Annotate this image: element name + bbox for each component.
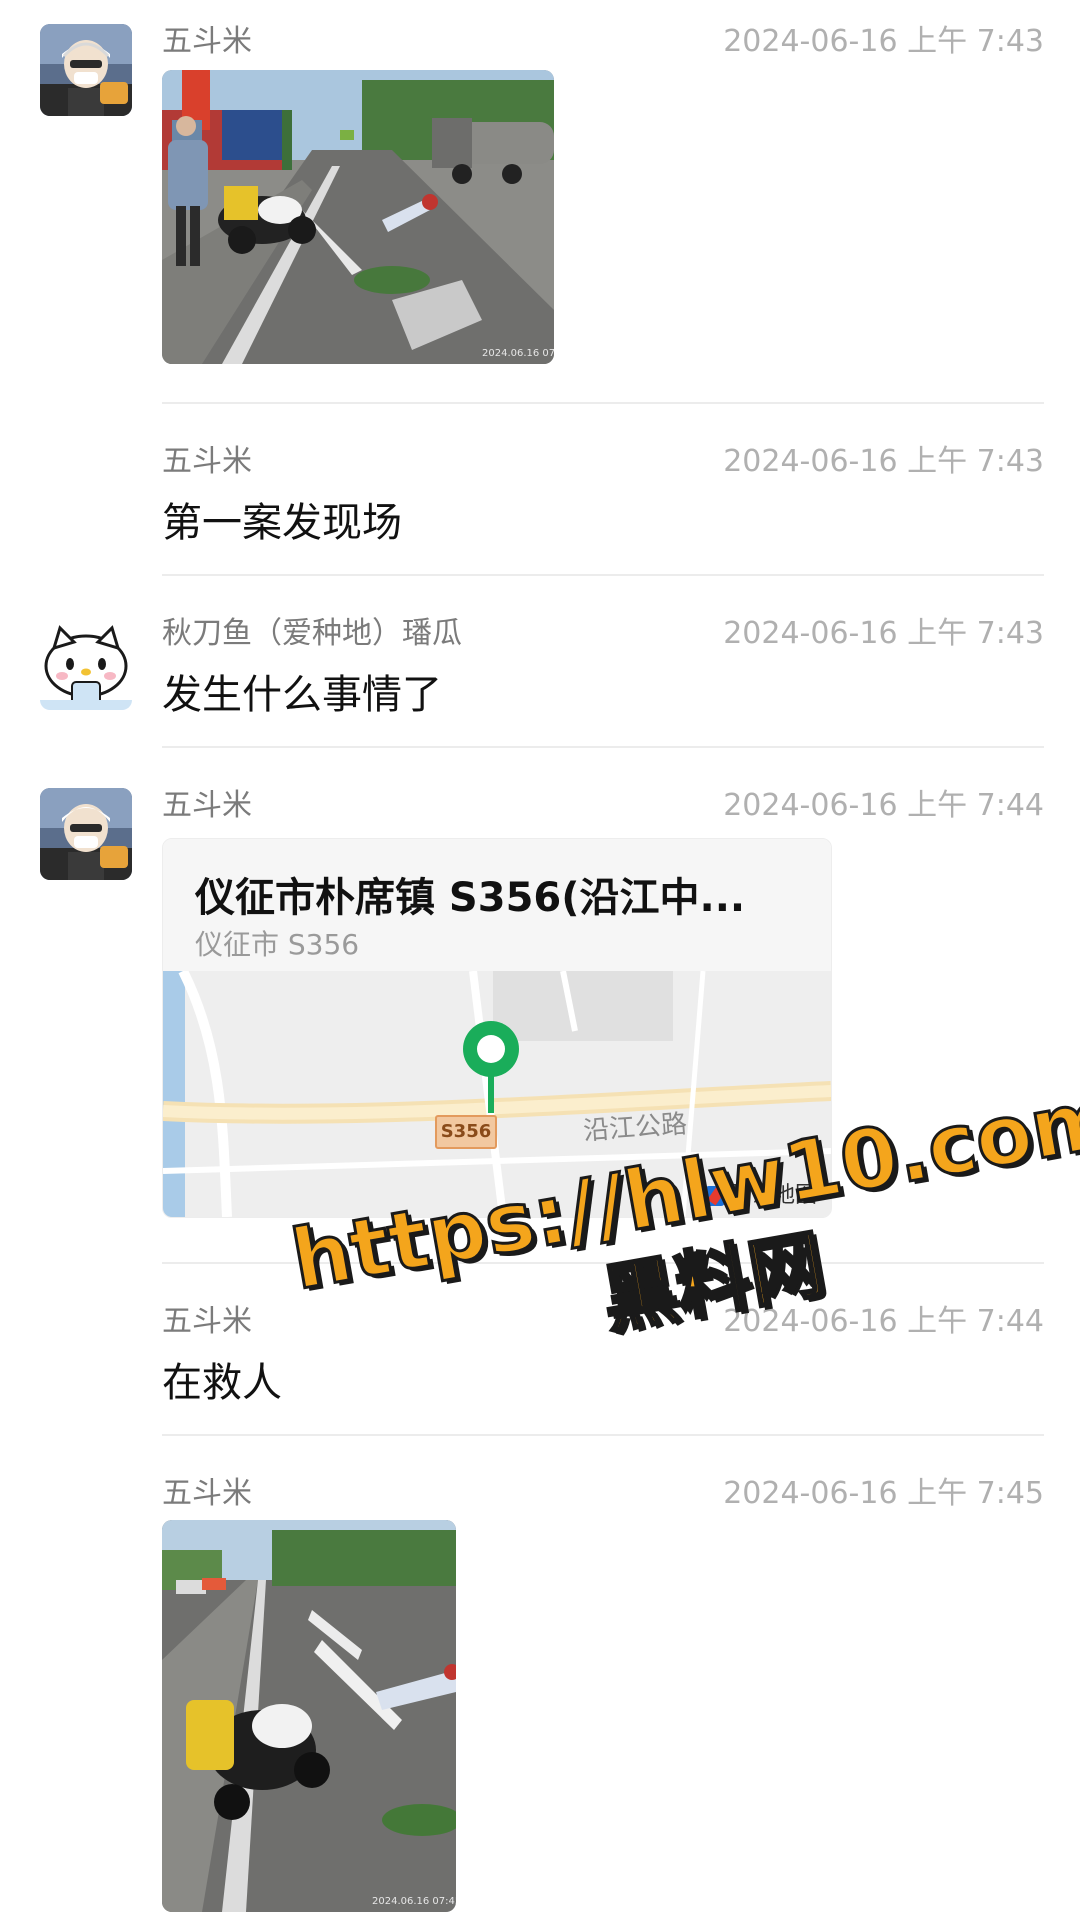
- photo-timestamp: 2024.06.16 07:45: [372, 1896, 456, 1907]
- message-divider: [162, 574, 1044, 576]
- sender-name: 秋刀鱼（爱种地）璠瓜: [162, 616, 462, 651]
- sender-name: 五斗米: [162, 1304, 252, 1339]
- message-divider: [162, 402, 1044, 404]
- message-time: 2024-06-16 上午 7:45: [723, 1476, 1044, 1511]
- location-subtitle: 仪征市 S356: [195, 928, 360, 961]
- message-text[interactable]: 第一案发现场: [162, 490, 402, 548]
- rider-avatar-icon: [40, 24, 132, 116]
- sender-name: 五斗米: [162, 1476, 252, 1511]
- accident-photo-2[interactable]: 2024.06.16 07:45: [162, 1520, 456, 1912]
- accident-photo-1[interactable]: 2024.06.16 07:43: [162, 70, 554, 364]
- message-time: 2024-06-16 上午 7:43: [723, 616, 1044, 651]
- sender-name: 五斗米: [162, 24, 252, 59]
- road-label: 沿江公路: [582, 1109, 689, 1147]
- message-time: 2024-06-16 上午 7:43: [723, 444, 1044, 479]
- sender-avatar[interactable]: [40, 618, 132, 710]
- sender-name: 五斗米: [162, 788, 252, 823]
- message-divider: [162, 746, 1044, 748]
- hello-kitty-avatar-icon: [40, 618, 132, 710]
- sender-avatar[interactable]: [40, 788, 132, 880]
- message-time: 2024-06-16 上午 7:44: [723, 788, 1044, 823]
- message-divider: [162, 1434, 1044, 1436]
- rider-avatar-icon: [40, 788, 132, 880]
- message-text[interactable]: 发生什么事情了: [162, 662, 442, 720]
- photo-timestamp: 2024.06.16 07:43: [482, 348, 554, 359]
- location-title: 仪征市朴席镇 S356(沿江中...: [195, 875, 746, 921]
- location-pin-icon: [463, 1021, 519, 1113]
- sender-name: 五斗米: [162, 444, 252, 479]
- sender-avatar[interactable]: [40, 24, 132, 116]
- message-text[interactable]: 在救人: [162, 1350, 282, 1408]
- location-header: 仪征市朴席镇 S356(沿江中... 仪征市 S356: [163, 839, 831, 971]
- message-time: 2024-06-16 上午 7:43: [723, 24, 1044, 59]
